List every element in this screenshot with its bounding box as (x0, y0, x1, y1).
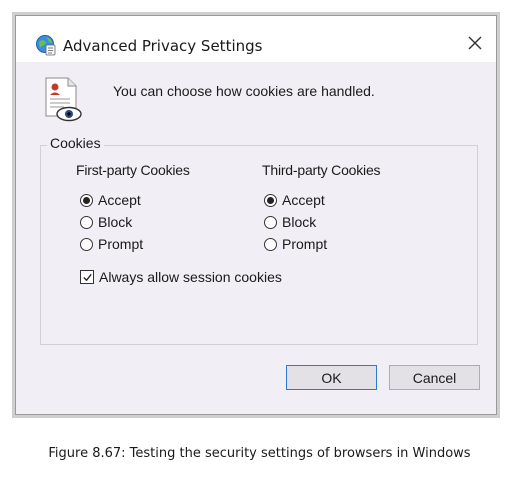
privacy-settings-icon (35, 34, 57, 56)
dialog-frame: Advanced Privacy Settings You can choose… (12, 12, 500, 418)
advanced-privacy-dialog: Advanced Privacy Settings You can choose… (15, 15, 497, 415)
first-party-accept-radio[interactable]: Accept (80, 192, 141, 208)
cancel-button[interactable]: Cancel (389, 365, 480, 390)
document-eye-icon (42, 76, 84, 122)
radio-selected-icon (80, 193, 93, 207)
session-cookies-label: Always allow session cookies (99, 269, 282, 285)
ok-button[interactable]: OK (286, 365, 377, 390)
radio-label: Prompt (282, 236, 328, 252)
radio-selected-icon (264, 193, 277, 207)
radio-label: Block (98, 214, 133, 230)
session-cookies-checkbox[interactable]: Always allow session cookies (80, 269, 282, 285)
first-party-prompt-radio[interactable]: Prompt (80, 236, 143, 252)
radio-unselected-icon (264, 237, 277, 251)
third-party-accept-radio[interactable]: Accept (264, 192, 325, 208)
dialog-title: Advanced Privacy Settings (63, 37, 263, 55)
radio-unselected-icon (264, 215, 277, 229)
cookies-legend: Cookies (47, 135, 104, 151)
title-bar: Advanced Privacy Settings (16, 16, 496, 62)
radio-unselected-icon (80, 237, 93, 251)
radio-label: Accept (282, 192, 325, 208)
radio-label: Accept (98, 192, 141, 208)
first-party-block-radio[interactable]: Block (80, 214, 132, 230)
figure-caption: Figure 8.67: Testing the security settin… (48, 446, 471, 461)
intro-text: You can choose how cookies are handled. (113, 83, 375, 99)
first-party-title: First-party Cookies (76, 162, 190, 178)
checkmark-icon (80, 270, 94, 284)
third-party-prompt-radio[interactable]: Prompt (264, 236, 327, 252)
radio-label: Prompt (98, 236, 144, 252)
radio-unselected-icon (80, 215, 93, 229)
third-party-block-radio[interactable]: Block (264, 214, 316, 230)
radio-label: Block (282, 214, 317, 230)
close-icon[interactable] (464, 32, 486, 54)
third-party-title: Third-party Cookies (262, 162, 381, 178)
